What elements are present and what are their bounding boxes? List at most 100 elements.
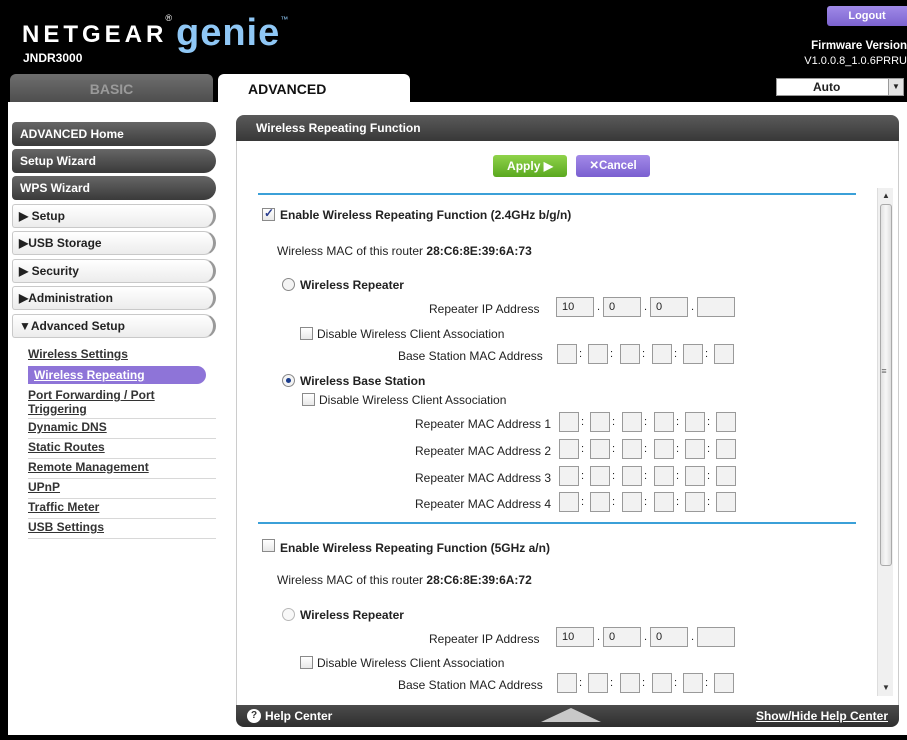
wireless-base-station-radio[interactable] bbox=[282, 374, 295, 387]
repeater-ip-octet-4[interactable] bbox=[697, 297, 735, 317]
sidebar-item-dynamic-dns[interactable]: Dynamic DNS bbox=[28, 420, 204, 434]
repeater-mac-3-octet[interactable] bbox=[622, 466, 642, 486]
repeater-ip-octet-2[interactable]: 0 bbox=[603, 297, 641, 317]
base-mac-5ghz-octet[interactable] bbox=[557, 673, 577, 693]
repeater-mac-2-octet[interactable] bbox=[622, 439, 642, 459]
wireless-repeater-radio[interactable] bbox=[282, 278, 295, 291]
sidebar-section-administration[interactable]: ▶Administration bbox=[12, 286, 216, 310]
sidebar-divider bbox=[28, 498, 216, 499]
base-mac-octet[interactable] bbox=[620, 344, 640, 364]
repeater-mac-3-octet[interactable] bbox=[685, 466, 705, 486]
repeater-mac-1-octet[interactable] bbox=[654, 412, 674, 432]
sidebar-item-usb-settings[interactable]: USB Settings bbox=[28, 520, 204, 534]
repeater-ip-5ghz-octet-3[interactable]: 0 bbox=[650, 627, 688, 647]
firmware-label: Firmware Version bbox=[811, 40, 907, 52]
mac-separator: : bbox=[612, 443, 616, 455]
repeater-mac-4-octet[interactable] bbox=[685, 492, 705, 512]
logout-button[interactable]: Logout bbox=[827, 6, 907, 26]
sidebar-item-upnp[interactable]: UPnP bbox=[28, 480, 204, 494]
repeater-mac-3-octet[interactable] bbox=[654, 466, 674, 486]
repeater-ip-5ghz-octet-1[interactable]: 10 bbox=[556, 627, 594, 647]
mac-separator: : bbox=[676, 443, 680, 455]
sidebar-item-wireless-repeating[interactable]: Wireless Repeating bbox=[28, 366, 206, 384]
repeater-mac-4-octet[interactable] bbox=[559, 492, 579, 512]
help-center-label[interactable]: Help Center bbox=[265, 705, 332, 727]
base-disable-client-assoc-checkbox[interactable] bbox=[302, 393, 315, 406]
base-mac-5ghz-octet[interactable] bbox=[588, 673, 608, 693]
mac-separator: : bbox=[610, 677, 614, 689]
repeater-mac-1-octet[interactable] bbox=[685, 412, 705, 432]
repeater-ip-octet-3[interactable]: 0 bbox=[650, 297, 688, 317]
repeater-mac-4-octet[interactable] bbox=[716, 492, 736, 512]
mac-separator: : bbox=[705, 348, 709, 360]
repeater-mac-1-octet[interactable] bbox=[622, 412, 642, 432]
sidebar-advanced-home[interactable]: ADVANCED Home bbox=[12, 122, 216, 146]
sidebar: ADVANCED Home Setup Wizard WPS Wizard ▶ … bbox=[8, 102, 228, 735]
base-mac-5ghz-octet[interactable] bbox=[620, 673, 640, 693]
content-scrollbar[interactable]: ▲ ≡ ▼ bbox=[877, 188, 893, 696]
base-mac-octet[interactable] bbox=[588, 344, 608, 364]
repeater-ip-5ghz-octet-4[interactable] bbox=[697, 627, 735, 647]
sidebar-section-security[interactable]: ▶ Security bbox=[12, 259, 216, 283]
disable-client-assoc-5ghz-checkbox[interactable] bbox=[300, 656, 313, 669]
sidebar-setup-wizard[interactable]: Setup Wizard bbox=[12, 149, 216, 173]
enable-repeating-5ghz-checkbox[interactable] bbox=[262, 539, 275, 552]
sidebar-wps-wizard[interactable]: WPS Wizard bbox=[12, 176, 216, 200]
scroll-thumb[interactable] bbox=[880, 204, 892, 566]
repeater-mac-1-octet[interactable] bbox=[559, 412, 579, 432]
apply-button[interactable]: Apply ▶ bbox=[493, 155, 567, 177]
repeater-ip-5ghz-octet-2[interactable]: 0 bbox=[603, 627, 641, 647]
language-select[interactable]: Auto ▼ bbox=[776, 78, 904, 96]
base-mac-octet[interactable] bbox=[714, 344, 734, 364]
repeater-mac-1-octet[interactable] bbox=[590, 412, 610, 432]
repeater-mac-2-octet[interactable] bbox=[685, 439, 705, 459]
repeater-ip-octet-1[interactable]: 10 bbox=[556, 297, 594, 317]
base-mac-octet[interactable] bbox=[652, 344, 672, 364]
repeater-mac-3-octet[interactable] bbox=[716, 466, 736, 486]
base-mac-octet[interactable] bbox=[683, 344, 703, 364]
repeater-mac-4-octet[interactable] bbox=[622, 492, 642, 512]
frame-bottom-border bbox=[0, 735, 907, 740]
scroll-down-icon[interactable]: ▼ bbox=[878, 680, 894, 696]
repeater-mac-4-octet[interactable] bbox=[590, 492, 610, 512]
repeater-mac-1-octet[interactable] bbox=[716, 412, 736, 432]
sidebar-section-usb-storage[interactable]: ▶USB Storage bbox=[12, 231, 216, 255]
base-mac-5ghz-octet[interactable] bbox=[683, 673, 703, 693]
router-mac-5ghz: Wireless MAC of this router 28:C6:8E:39:… bbox=[277, 573, 532, 587]
repeater-mac-4-octet[interactable] bbox=[654, 492, 674, 512]
base-mac-5ghz-octet[interactable] bbox=[714, 673, 734, 693]
sidebar-item-remote-management[interactable]: Remote Management bbox=[28, 460, 204, 474]
repeater-mac-2-octet[interactable] bbox=[654, 439, 674, 459]
sidebar-section-setup[interactable]: ▶ Setup bbox=[12, 204, 216, 228]
model-name: JNDR3000 bbox=[23, 51, 83, 65]
firmware-version: V1.0.0.8_1.0.6PRRU bbox=[804, 55, 907, 67]
expand-help-icon[interactable] bbox=[541, 708, 601, 722]
wireless-repeater-label: Wireless Repeater bbox=[300, 278, 404, 292]
tab-advanced[interactable]: ADVANCED bbox=[218, 74, 410, 102]
disable-client-assoc-checkbox[interactable] bbox=[300, 327, 313, 340]
sidebar-item-wireless-settings[interactable]: Wireless Settings bbox=[28, 347, 204, 361]
repeater-mac-2-octet[interactable] bbox=[590, 439, 610, 459]
repeater-mac-2-octet[interactable] bbox=[716, 439, 736, 459]
base-mac-5ghz-octet[interactable] bbox=[652, 673, 672, 693]
show-hide-help-link[interactable]: Show/Hide Help Center bbox=[756, 705, 888, 727]
mac-separator: : bbox=[644, 416, 648, 428]
scroll-up-icon[interactable]: ▲ bbox=[878, 188, 894, 204]
mac-separator: : bbox=[612, 496, 616, 508]
sidebar-item-static-routes[interactable]: Static Routes bbox=[28, 440, 204, 454]
sidebar-item-traffic-meter[interactable]: Traffic Meter bbox=[28, 500, 204, 514]
enable-repeating-24ghz-checkbox[interactable] bbox=[262, 206, 275, 221]
sidebar-item-port-forwarding[interactable]: Port Forwarding / Port Triggering bbox=[28, 388, 204, 416]
help-icon[interactable]: ? bbox=[247, 709, 261, 723]
wireless-repeater-5ghz-radio[interactable] bbox=[282, 608, 295, 621]
router-mac-value: 28:C6:8E:39:6A:73 bbox=[426, 244, 532, 258]
cancel-button[interactable]: ✕Cancel bbox=[576, 155, 650, 177]
repeater-mac-3-octet[interactable] bbox=[559, 466, 579, 486]
sidebar-section-advanced-setup[interactable]: ▼Advanced Setup bbox=[12, 314, 216, 338]
repeater-mac-2-octet[interactable] bbox=[559, 439, 579, 459]
tab-basic[interactable]: BASIC bbox=[10, 74, 213, 102]
repeater-mac-3-octet[interactable] bbox=[590, 466, 610, 486]
base-mac-octet[interactable] bbox=[557, 344, 577, 364]
dropdown-arrow-icon[interactable]: ▼ bbox=[888, 79, 903, 95]
mac-separator: : bbox=[705, 677, 709, 689]
